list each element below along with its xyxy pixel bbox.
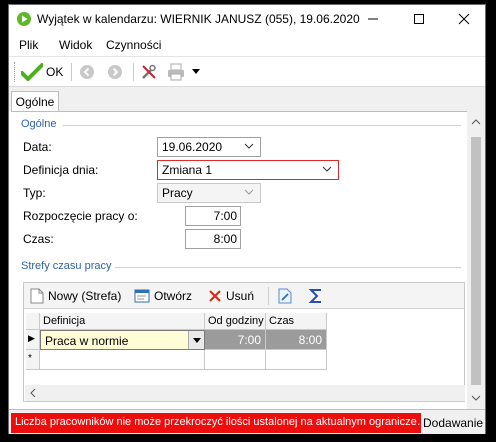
menu-bar: Plik Widok Czynności [9,33,485,57]
section-divider [115,267,461,268]
general-panel: Ogólne Data: 19.06.2020 Definicja dnia: … [11,111,467,409]
new-row-duration-cell[interactable] [266,350,327,370]
checkmark-icon [21,63,43,81]
close-button[interactable] [441,5,487,33]
minimize-icon [368,18,378,20]
delete-zone-label: Usuń [226,289,255,303]
status-mode: Dodawanie [423,416,484,430]
column-header-definition[interactable]: Definicja [40,313,205,330]
delete-icon [209,290,221,302]
start-time-input[interactable]: 7:00 [185,206,241,226]
day-definition-value: Zmiana 1 [162,163,213,177]
new-zone-label: Nowy (Strefa) [48,289,122,303]
open-zone-label: Otwórz [154,289,193,303]
dropdown-arrow-icon [192,69,200,74]
sigma-icon [308,289,321,303]
ok-button[interactable]: OK [21,63,63,81]
duration-label: Czas: [23,232,54,246]
scrollbar-thumb[interactable] [471,137,481,385]
type-select[interactable]: Pracy [157,183,261,203]
toolbar-separator [268,287,269,305]
title-bar: Wyjątek w kalendarzu: WIERNIK JANUSZ (05… [9,5,485,33]
table-row-from-cell: 7:00 [205,330,266,350]
scroll-up-icon [471,119,481,125]
row-selector[interactable]: ▶ [26,330,40,350]
print-button[interactable] [167,63,185,81]
row-header-column [26,313,40,330]
horizontal-scrollbar[interactable] [25,385,465,401]
toolbar-separator [71,63,72,81]
back-button[interactable] [79,63,95,81]
date-value: 19.06.2020 [162,140,223,154]
section-title-zones: Strefy czasu pracy [21,260,112,272]
print-icon [168,63,184,81]
chevron-down-icon [244,143,254,149]
menu-czynnosci[interactable]: Czynności [106,38,161,52]
new-row-from-cell[interactable] [205,350,266,370]
scroll-left-icon [30,389,36,397]
edit-document-button[interactable] [278,287,292,305]
type-label: Typ: [23,186,46,200]
day-definition-label: Definicja dnia: [23,163,99,177]
chevron-down-icon [322,166,332,172]
back-icon [80,65,94,79]
chevron-down-icon [244,189,254,195]
zones-toolbar: Nowy (Strefa) Otwórz Usuń [24,283,464,309]
column-header-duration[interactable]: Czas [266,313,327,330]
menu-plik[interactable]: Plik [19,38,38,52]
day-definition-select[interactable]: Zmiana 1 [157,160,339,180]
dialog-window: Wyjątek w kalendarzu: WIERNIK JANUSZ (05… [8,4,486,434]
tab-ogolne[interactable]: Ogólne [11,91,59,112]
tools-icon [142,64,156,79]
toolbar-separator [133,63,134,81]
maximize-button[interactable] [396,5,442,33]
column-header-from[interactable]: Od godziny [205,313,266,330]
minimize-button[interactable] [350,5,396,33]
edit-document-icon [278,288,292,304]
new-document-icon [30,288,44,304]
close-icon [458,13,470,25]
start-time-label: Rozpoczęcie pracy o: [23,209,138,223]
app-icon [17,12,31,26]
vertical-scrollbar[interactable] [467,111,485,409]
sum-button[interactable] [308,287,324,305]
scroll-down-icon [471,395,481,401]
table-row-definition-cell[interactable]: Praca w normie [40,330,205,350]
forward-icon [108,65,122,79]
type-value: Pracy [162,186,193,200]
new-row-selector[interactable]: * [26,350,40,370]
toolbar-grip [14,62,16,82]
date-field[interactable]: 19.06.2020 [157,137,261,157]
toolbar: OK [9,57,485,87]
print-options-dropdown[interactable] [192,63,200,81]
new-row-definition-cell[interactable] [40,350,205,370]
dropdown-arrow-icon [192,337,201,343]
section-divider [63,125,461,126]
forward-button[interactable] [107,63,123,81]
menu-widok[interactable]: Widok [59,38,92,52]
new-zone-button[interactable]: Nowy (Strefa) [30,287,121,305]
definition-dropdown-button[interactable] [188,331,204,349]
definition-value: Praca w normie [45,334,129,348]
tools-button[interactable] [140,63,158,81]
window-title: Wyjątek w kalendarzu: WIERNIK JANUSZ (05… [37,12,360,26]
status-error-message: Liczba pracowników nie może przekroczyć … [11,413,421,433]
status-bar: Liczba pracowników nie może przekroczyć … [9,409,485,434]
duration-input[interactable]: 8:00 [185,229,241,249]
section-title-general: Ogólne [21,118,57,130]
table-row-duration-cell: 8:00 [266,330,327,350]
ok-label: OK [46,65,64,79]
open-window-icon [134,289,150,303]
open-zone-button[interactable]: Otwórz [134,287,192,305]
maximize-icon [414,14,424,24]
date-label: Data: [23,140,52,154]
work-zones-panel: Nowy (Strefa) Otwórz Usuń Definicja Od g… [23,282,465,402]
delete-zone-button[interactable]: Usuń [208,287,254,305]
tab-strip: Ogólne [9,87,485,112]
